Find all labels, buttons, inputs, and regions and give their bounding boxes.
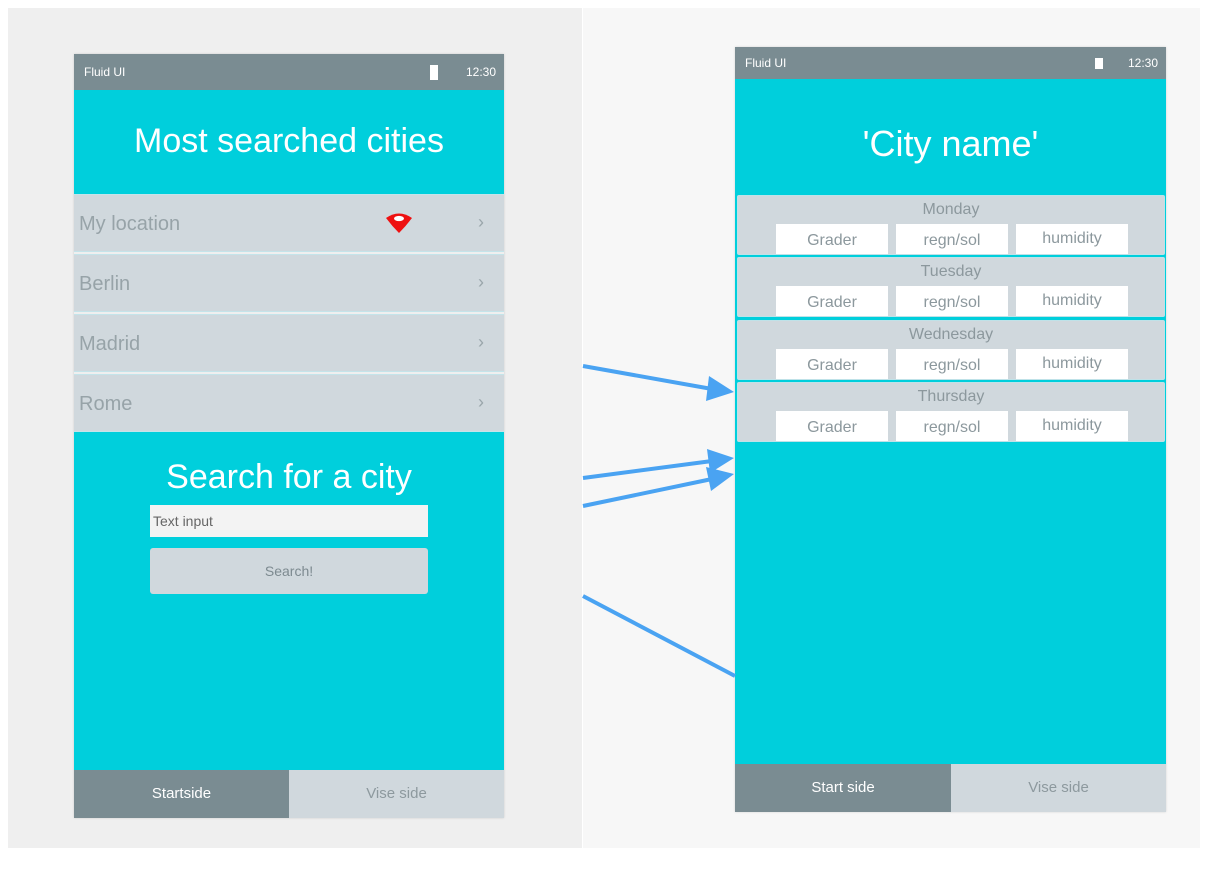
- flow-arrow-search: [582, 594, 736, 678]
- flow-arrow-madrid: [582, 467, 734, 508]
- flow-arrows: [582, 364, 736, 678]
- flow-arrow-my-location: [582, 364, 734, 401]
